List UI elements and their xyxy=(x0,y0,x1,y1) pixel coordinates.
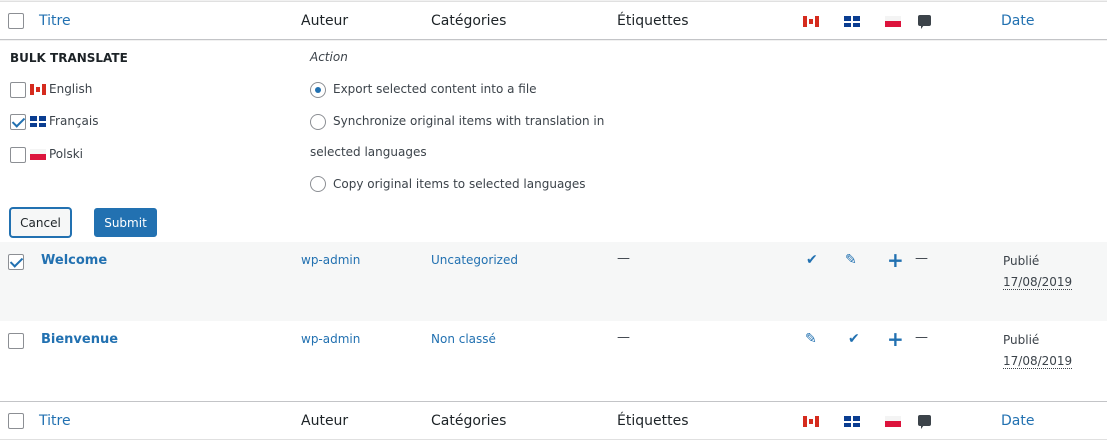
radio-synchronize-label: Synchronize original items with translat… xyxy=(333,114,605,128)
flag-poland-icon xyxy=(885,16,901,27)
radio-export[interactable] xyxy=(310,82,326,98)
table-row: Bienvenue wp-admin Non classé — ✎ ✔ + — … xyxy=(0,321,1107,401)
status-label: Publié xyxy=(1003,333,1040,347)
post-tags: — xyxy=(617,330,630,345)
plus-icon[interactable]: + xyxy=(887,250,904,270)
flag-canada-icon xyxy=(803,16,819,27)
table-header: Titre Auteur Catégories Étiquettes Date xyxy=(0,1,1107,40)
comments-count: — xyxy=(915,251,928,266)
column-tags-footer: Étiquettes xyxy=(617,413,689,429)
plus-icon[interactable]: + xyxy=(887,329,904,349)
flag-quebec-icon xyxy=(844,416,860,427)
column-categories-header: Catégories xyxy=(431,13,507,29)
bulk-translate-panel: BULK TRANSLATE English Français Polski A… xyxy=(0,41,1107,242)
column-author-header: Auteur xyxy=(301,13,349,29)
post-date: 17/08/2019 xyxy=(1003,354,1073,369)
radio-copy-label: Copy original items to selected language… xyxy=(333,177,586,191)
comments-icon xyxy=(918,415,931,429)
select-all-checkbox-footer[interactable] xyxy=(8,413,24,429)
radio-copy[interactable] xyxy=(310,176,326,192)
column-title-header[interactable]: Titre xyxy=(39,13,71,29)
post-title-link[interactable]: Bienvenue xyxy=(41,332,118,347)
select-all-checkbox[interactable] xyxy=(8,13,24,29)
language-label-polski: Polski xyxy=(49,147,84,161)
column-categories-footer: Catégories xyxy=(431,413,507,429)
column-date-footer[interactable]: Date xyxy=(1001,413,1034,429)
language-label-english: English xyxy=(49,82,93,96)
flag-poland-icon xyxy=(885,416,901,427)
radio-export-label: Export selected content into a file xyxy=(333,82,537,96)
check-icon[interactable]: ✔ xyxy=(848,331,860,347)
post-category-link[interactable]: Uncategorized xyxy=(431,253,518,267)
language-checkbox-english[interactable] xyxy=(10,82,26,98)
post-tags: — xyxy=(617,251,630,266)
flag-quebec-icon xyxy=(30,116,46,127)
comments-icon xyxy=(918,15,931,29)
action-heading: Action xyxy=(310,50,348,64)
post-title-link[interactable]: Welcome xyxy=(41,253,107,268)
post-status: Publié 17/08/2019 xyxy=(1003,330,1073,372)
language-checkbox-polski[interactable] xyxy=(10,147,26,163)
post-category-link[interactable]: Non classé xyxy=(431,332,496,346)
flag-canada-icon xyxy=(30,84,46,95)
language-label-francais: Français xyxy=(49,114,99,128)
flag-quebec-icon xyxy=(844,16,860,27)
language-checkbox-francais[interactable] xyxy=(10,114,26,130)
cancel-button[interactable]: Cancel xyxy=(10,208,71,237)
post-author-link[interactable]: wp-admin xyxy=(301,332,360,346)
flag-poland-icon xyxy=(30,149,46,160)
post-author-link[interactable]: wp-admin xyxy=(301,253,360,267)
pencil-icon[interactable]: ✎ xyxy=(845,252,857,268)
comments-count: — xyxy=(915,330,928,345)
column-title-footer[interactable]: Titre xyxy=(39,413,71,429)
bulk-translate-heading: BULK TRANSLATE xyxy=(10,51,128,65)
check-icon[interactable]: ✔ xyxy=(806,252,818,268)
status-label: Publié xyxy=(1003,254,1040,268)
pencil-icon[interactable]: ✎ xyxy=(805,331,817,347)
column-author-footer: Auteur xyxy=(301,413,349,429)
radio-synchronize[interactable] xyxy=(310,114,326,130)
row-checkbox[interactable] xyxy=(8,254,24,270)
table-row: Welcome wp-admin Uncategorized — ✔ ✎ + —… xyxy=(0,242,1107,322)
row-checkbox[interactable] xyxy=(8,333,24,349)
post-status: Publié 17/08/2019 xyxy=(1003,251,1073,293)
column-tags-header: Étiquettes xyxy=(617,13,689,29)
radio-synchronize-label-cont: selected languages xyxy=(310,145,427,159)
column-date-header[interactable]: Date xyxy=(1001,13,1034,29)
flag-canada-icon xyxy=(803,416,819,427)
table-footer: Titre Auteur Catégories Étiquettes Date xyxy=(0,401,1107,440)
post-date: 17/08/2019 xyxy=(1003,275,1073,290)
submit-button[interactable]: Submit xyxy=(94,208,157,237)
